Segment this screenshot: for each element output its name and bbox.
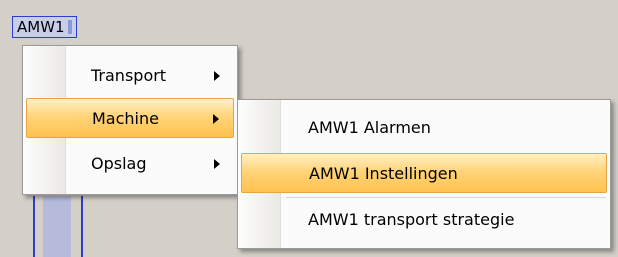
- submenu-item-alarmen-label: AMW1 Alarmen: [308, 118, 431, 137]
- submenu-item-alarmen[interactable]: AMW1 Alarmen: [241, 108, 607, 148]
- submenu-arrow-icon: [213, 114, 219, 124]
- submenu-item-instellingen[interactable]: AMW1 Instellingen: [241, 153, 607, 193]
- menu-item-opslag[interactable]: Opslag: [26, 144, 234, 184]
- machine-column-shape[interactable]: [33, 196, 83, 257]
- menu-item-transport-label: Transport: [91, 66, 167, 85]
- menu-item-transport[interactable]: Transport: [26, 56, 234, 96]
- machine-tag-amw1[interactable]: AMW1: [12, 16, 77, 38]
- machine-tag-label: AMW1: [17, 18, 65, 36]
- submenu-item-transport-strategie[interactable]: AMW1 transport strategie: [241, 200, 607, 240]
- menu-item-machine[interactable]: Machine: [26, 98, 234, 138]
- submenu-arrow-icon: [214, 71, 220, 81]
- submenu-separator: [286, 197, 606, 198]
- machine-column-fill: [43, 196, 71, 257]
- submenu-item-instellingen-label: AMW1 Instellingen: [309, 164, 458, 183]
- menu-item-machine-label: Machine: [92, 109, 159, 128]
- menu-item-opslag-label: Opslag: [91, 154, 147, 173]
- machine-submenu: AMW1 Alarmen AMW1 Instellingen AMW1 tran…: [237, 99, 611, 249]
- submenu-arrow-icon: [214, 159, 220, 169]
- machine-tag-indicator: [67, 20, 72, 34]
- context-menu: Transport Machine Opslag: [22, 45, 238, 195]
- submenu-item-transport-strategie-label: AMW1 transport strategie: [308, 210, 515, 229]
